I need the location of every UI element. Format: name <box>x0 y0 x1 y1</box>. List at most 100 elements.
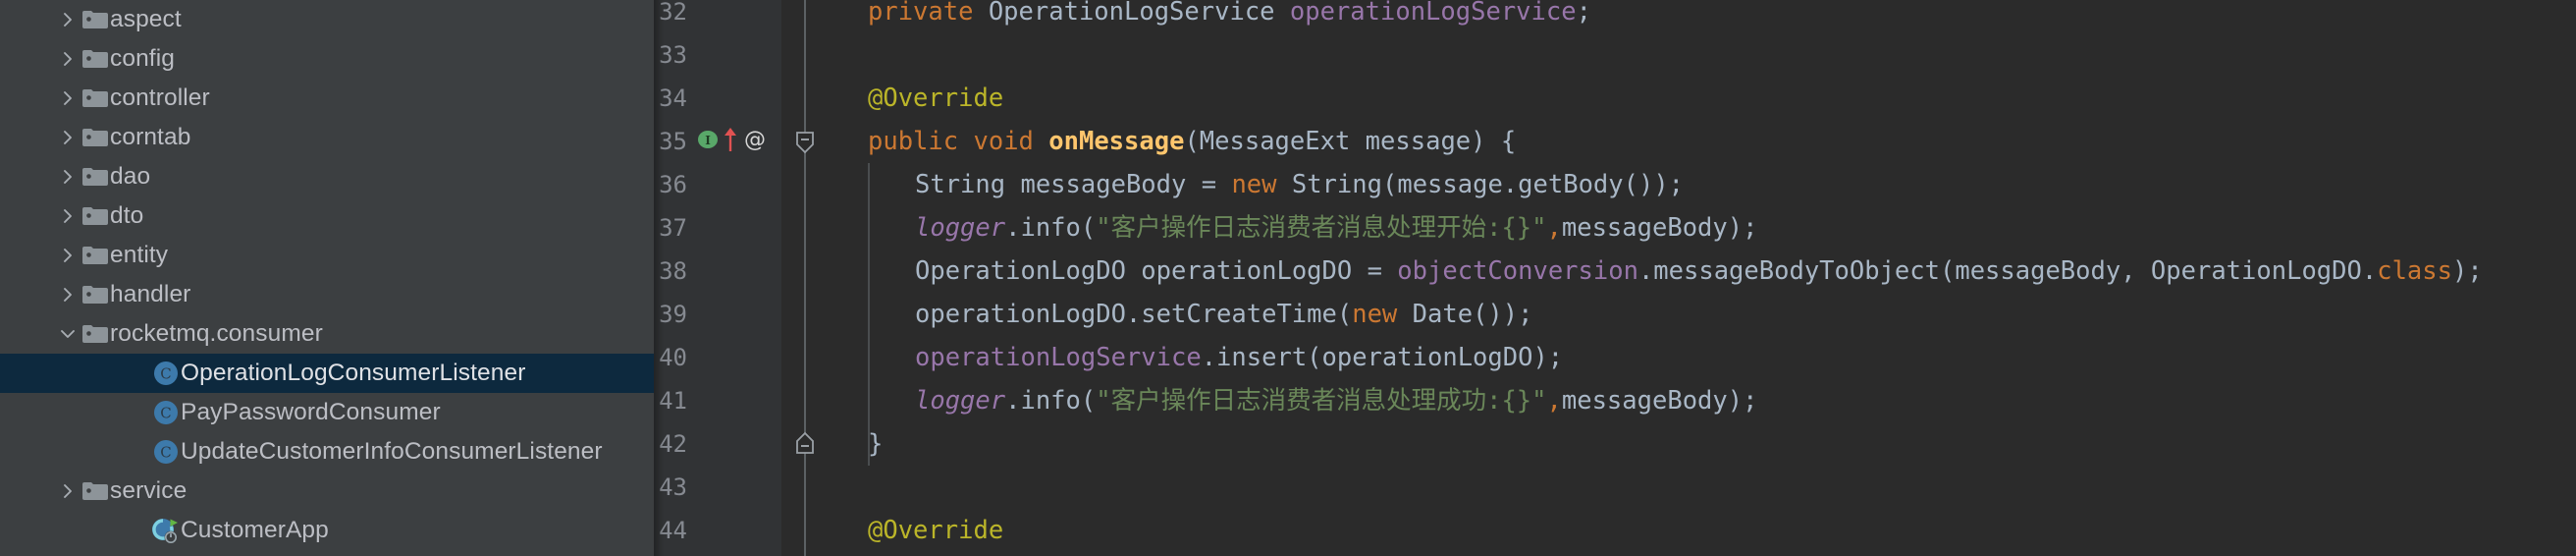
code-token: String <box>915 170 1006 199</box>
tree-item-operationlogconsumerlistener[interactable]: C OperationLogConsumerListener <box>0 354 654 393</box>
chevron-right-icon[interactable] <box>55 236 80 275</box>
folder-icon <box>80 39 110 79</box>
code-token: ()); <box>1473 300 1533 329</box>
chevron-right-icon[interactable] <box>55 550 80 556</box>
folder-icon <box>80 472 110 511</box>
line-number: 42 <box>659 430 687 458</box>
tree-item-controller[interactable]: controller <box>0 79 654 118</box>
code-line: private OperationLogService operationLog… <box>868 0 1591 33</box>
folder-icon <box>80 157 110 196</box>
tree-item-label: controller <box>110 84 210 111</box>
code-token: operationLogDO <box>1125 256 1368 286</box>
code-token: void <box>973 127 1034 156</box>
code-token: String <box>1291 170 1382 199</box>
tree-item-label: service <box>110 477 188 504</box>
code-line: OperationLogDO operationLogDO = objectCo… <box>915 250 2483 293</box>
code-token: class <box>2377 256 2452 286</box>
code-token: new <box>1231 170 1277 199</box>
code-line: @Override <box>868 77 1003 120</box>
tree-item-partial[interactable] <box>0 550 654 556</box>
java-class-icon: C <box>151 393 181 432</box>
tree-item-updatecustomerinfoconsumerlistener[interactable]: C UpdateCustomerInfoConsumerListener <box>0 432 654 472</box>
line-number-gutter[interactable]: 32 33 34 35 36 37 38 39 40 41 42 43 44 I @ <box>654 0 781 556</box>
chevron-right-icon[interactable] <box>55 79 80 118</box>
line-number: 39 <box>659 301 687 328</box>
code-token: public <box>868 127 959 156</box>
tree-item-config[interactable]: config <box>0 39 654 79</box>
code-line: } <box>868 422 883 466</box>
implemented-method-icon[interactable]: I <box>697 129 719 155</box>
code-token: "客户操作日志消费者消息处理开始:{}" <box>1096 213 1547 243</box>
tree-item-label: PayPasswordConsumer <box>181 399 441 425</box>
fold-collapse-end-icon[interactable] <box>793 431 817 460</box>
tree-item-label: handler <box>110 281 191 307</box>
code-token: operationLogDO.setCreateTime( <box>915 300 1353 329</box>
code-token: OperationLogDO <box>915 256 1126 286</box>
code-line: String messageBody = new String(message.… <box>915 163 1684 206</box>
tree-item-paypasswordconsumer[interactable]: C PayPasswordConsumer <box>0 393 654 432</box>
tree-item-dto[interactable]: dto <box>0 196 654 236</box>
line-number: 32 <box>659 0 687 26</box>
code-token: ); <box>2451 256 2483 286</box>
code-token: ; <box>1576 0 1591 27</box>
overriding-method-arrow-icon[interactable] <box>723 127 738 157</box>
tree-item-entity[interactable]: entity <box>0 236 654 275</box>
fold-collapse-icon[interactable] <box>793 131 817 159</box>
fold-region-line <box>804 0 806 556</box>
tree-item-dao[interactable]: dao <box>0 157 654 196</box>
tree-item-service[interactable]: service <box>0 472 654 511</box>
tree-item-label: config <box>110 45 175 72</box>
code-token: , <box>1546 213 1562 243</box>
code-text-area[interactable]: private OperationLogService operationLog… <box>829 0 2576 556</box>
tree-item-corntab[interactable]: corntab <box>0 118 654 157</box>
svg-text:@: @ <box>744 128 766 152</box>
svg-text:C: C <box>160 365 171 383</box>
folder-icon <box>80 118 110 157</box>
chevron-right-icon[interactable] <box>55 157 80 196</box>
code-line: logger.info("客户操作日志消费者消息处理开始:{}",message… <box>915 206 1757 250</box>
chevron-right-icon[interactable] <box>55 0 80 39</box>
line-number: 36 <box>659 171 687 198</box>
code-token: operationLogService <box>915 343 1202 372</box>
line-number: 41 <box>659 387 687 415</box>
java-class-icon: C <box>151 354 181 393</box>
chevron-right-icon[interactable] <box>55 39 80 79</box>
chevron-right-icon[interactable] <box>55 275 80 314</box>
code-token: messageBody <box>1005 170 1202 199</box>
svg-text:C: C <box>160 444 171 462</box>
code-token: OperationLogDO <box>2150 256 2362 286</box>
tree-item-aspect[interactable]: aspect <box>0 0 654 39</box>
code-folding-column[interactable] <box>781 0 829 556</box>
code-token: logger <box>915 213 1006 243</box>
folder-icon <box>80 236 110 275</box>
code-token: "客户操作日志消费者消息处理成功:{}" <box>1096 386 1547 416</box>
code-token: } <box>868 429 884 459</box>
code-token: = <box>1367 256 1382 286</box>
chevron-down-icon[interactable] <box>55 314 80 354</box>
ide-window: aspect config controller corntab dao dto… <box>0 0 2576 556</box>
line-number: 38 <box>659 257 687 285</box>
chevron-right-icon[interactable] <box>55 472 80 511</box>
project-tree-panel[interactable]: aspect config controller corntab dao dto… <box>0 0 654 556</box>
tree-item-customerapp[interactable]: CustomerApp <box>0 511 654 550</box>
tree-item-label: entity <box>110 242 169 268</box>
at-override-marker-icon[interactable]: @ <box>742 127 768 157</box>
spring-boot-run-config-icon <box>151 511 181 550</box>
tree-item-label: dao <box>110 163 151 190</box>
chevron-right-icon[interactable] <box>55 118 80 157</box>
tree-item-handler[interactable]: handler <box>0 275 654 314</box>
code-line: @Override <box>868 509 1003 552</box>
folder-icon <box>80 314 110 354</box>
chevron-right-icon[interactable] <box>55 196 80 236</box>
code-token: objectConversion <box>1397 256 1638 286</box>
code-editor[interactable]: 32 33 34 35 36 37 38 39 40 41 42 43 44 I @ private O… <box>654 0 2576 556</box>
tree-item-rocketmq-consumer[interactable]: rocketmq.consumer <box>0 314 654 354</box>
code-token: message <box>1350 127 1472 156</box>
code-token: private <box>868 0 974 27</box>
